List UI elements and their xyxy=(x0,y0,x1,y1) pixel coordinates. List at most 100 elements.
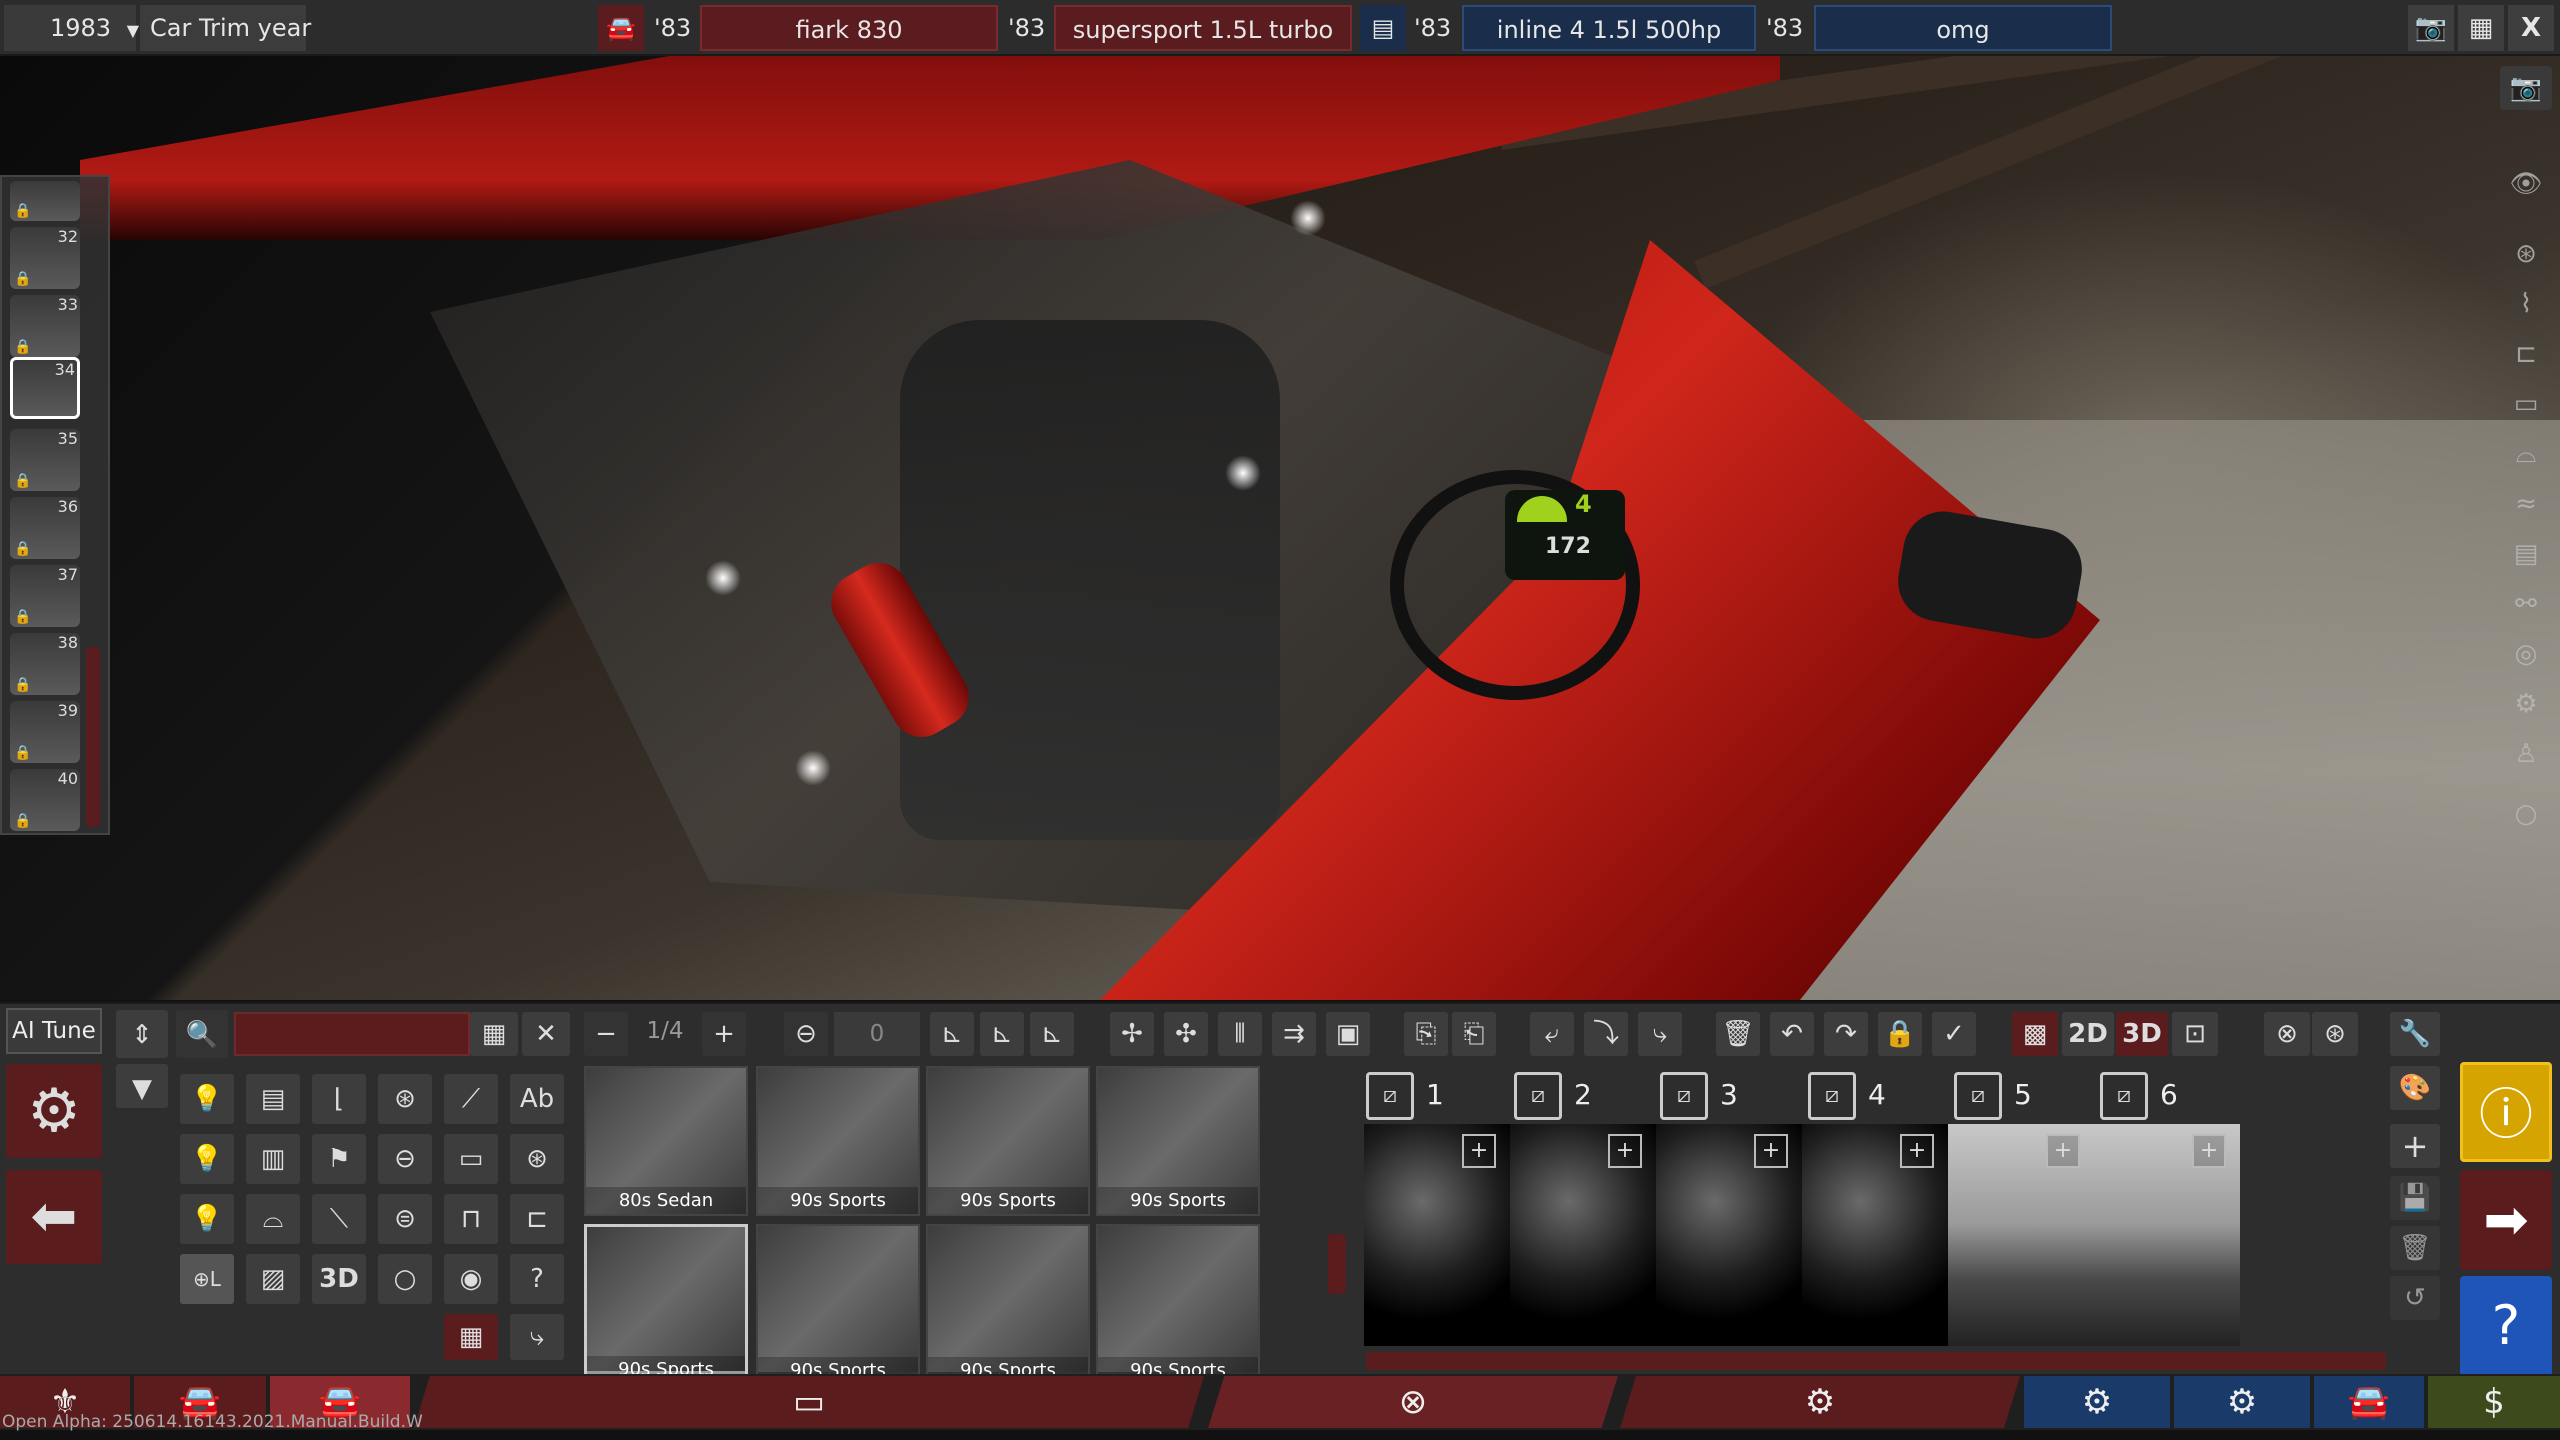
thumbnail-item[interactable]: 36 🔒 xyxy=(10,497,80,559)
material-preview[interactable]: + xyxy=(1510,1124,1656,1346)
clear-search-button[interactable]: ✕ xyxy=(522,1012,570,1056)
fixture-tile-selected[interactable]: 90s Sports xyxy=(584,1224,748,1383)
material-preview[interactable]: + xyxy=(2094,1124,2240,1346)
zoom-out-button[interactable]: − xyxy=(584,1012,628,1056)
thumbnail-scrollbar[interactable] xyxy=(86,647,100,827)
mirror-icon[interactable]: ⊜ xyxy=(378,1194,432,1244)
light-fixture-icon[interactable]: 💡 xyxy=(180,1134,234,1184)
driver-icon[interactable]: ♙ xyxy=(2500,732,2552,776)
fixture-tile[interactable]: 90s Sports xyxy=(926,1066,1090,1216)
paste-transform-icon[interactable]: ▣ xyxy=(1326,1012,1370,1056)
material-preview[interactable]: + xyxy=(1656,1124,1802,1346)
hose-icon[interactable]: ⤷ xyxy=(510,1314,564,1360)
local-space-button[interactable]: ⊕L xyxy=(180,1254,234,1304)
fixture-thumbnail-strip[interactable]: 🔒 32 🔒 33 🔒 34 35 🔒 36 🔒 37 🔒 38 🔒 39 🔒 40 🔒 xyxy=(0,175,110,835)
add-material-icon[interactable]: + xyxy=(1900,1134,1934,1168)
light-fixture-icon[interactable]: 💡 xyxy=(180,1074,234,1124)
confirm-check-icon[interactable]: ✓ xyxy=(1932,1012,1976,1056)
view-2d-button[interactable]: 2D xyxy=(2062,1012,2114,1056)
triangle-down-icon[interactable]: ▼ xyxy=(116,1064,168,1108)
tab-engine[interactable]: ⚙ xyxy=(1620,1376,2020,1428)
next-arrow-button[interactable]: ➡ xyxy=(2460,1170,2552,1270)
trash-icon[interactable]: 🗑 xyxy=(1716,1012,1760,1056)
add-material-icon[interactable]: + xyxy=(1462,1134,1496,1168)
screenshot-camera-icon[interactable]: 📷 xyxy=(2500,66,2552,110)
tab-engine-tune[interactable]: ⚙ xyxy=(2174,1376,2310,1428)
move-icon[interactable]: ✢ xyxy=(1110,1012,1154,1056)
material-preview[interactable]: + xyxy=(1948,1124,2094,1346)
circle-icon[interactable]: ○ xyxy=(2500,792,2552,836)
wheel-icon[interactable]: ⊛ xyxy=(2500,232,2552,276)
thumbnail-item[interactable]: 🔒 xyxy=(10,181,80,221)
search-icon[interactable]: 🔍 xyxy=(176,1010,228,1058)
target-icon[interactable]: ◉ xyxy=(444,1254,498,1304)
close-button[interactable]: X xyxy=(2508,5,2554,51)
calculator-icon[interactable]: ▦ xyxy=(444,1314,498,1360)
circle-icon[interactable]: ○ xyxy=(378,1254,432,1304)
texture-icon[interactable]: ▨ xyxy=(246,1254,300,1304)
mirror-x-icon[interactable]: ⊾ xyxy=(930,1012,974,1056)
no-wheel-icon[interactable]: ⊗ xyxy=(2264,1012,2310,1056)
revert-icon[interactable]: ↺ xyxy=(2390,1276,2440,1320)
flag-icon[interactable]: ⚑ xyxy=(312,1134,366,1184)
add-material-icon[interactable]: + xyxy=(1754,1134,1788,1168)
offset-value[interactable]: 0 xyxy=(834,1012,920,1056)
panel-icon[interactable]: ▥ xyxy=(246,1134,300,1184)
pedal-icon[interactable]: ⟍ xyxy=(312,1194,366,1244)
seat-icon[interactable]: ⚯ xyxy=(2500,582,2552,626)
drivetrain-icon[interactable]: ⊏ xyxy=(2500,332,2552,376)
engine-block-icon[interactable]: ▤ xyxy=(2500,532,2552,576)
fixture-tile[interactable]: 80s Sedan xyxy=(584,1066,748,1216)
lock-icon[interactable]: 🔒 xyxy=(1878,1012,1922,1056)
reset-offset-icon[interactable]: ⊖ xyxy=(784,1012,828,1056)
eye-icon[interactable]: 👁 xyxy=(2500,162,2552,206)
back-arrow-button[interactable]: ⬅ xyxy=(6,1170,102,1264)
fixture-tile[interactable]: 90s Sports xyxy=(756,1066,920,1216)
snap-center-icon[interactable]: ⤵ xyxy=(1584,1012,1628,1056)
lever-icon[interactable]: ⊓ xyxy=(444,1194,498,1244)
tab-engine-designer[interactable]: ⚙ xyxy=(2024,1376,2170,1428)
thumbnail-item[interactable]: 39 🔒 xyxy=(10,701,80,763)
thumbnail-item[interactable]: 38 🔒 xyxy=(10,633,80,695)
aero-icon[interactable]: ≈ xyxy=(2500,482,2552,526)
redo-icon[interactable]: ↷ xyxy=(1824,1012,1868,1056)
tab-body[interactable]: ⊗ xyxy=(1208,1376,1618,1428)
year-select[interactable]: 1983 ▼ xyxy=(4,5,139,51)
thumbnail-item[interactable]: 37 🔒 xyxy=(10,565,80,627)
delete-icon[interactable]: 🗑 xyxy=(2390,1226,2440,1270)
material-scrollbar[interactable] xyxy=(1366,1352,2386,1370)
material-preview[interactable]: + xyxy=(1802,1124,1948,1346)
paint-icon[interactable]: 🎨 xyxy=(2390,1066,2440,1110)
add-material-icon[interactable]: + xyxy=(2046,1134,2080,1168)
dimension-toggle-icon[interactable]: ▩ xyxy=(2012,1012,2058,1056)
save-icon[interactable]: 💾 xyxy=(2390,1176,2440,1220)
thumbnail-item[interactable]: 32 🔒 xyxy=(10,227,80,289)
garage-3d-viewport[interactable]: 4 172 xyxy=(0,0,2560,1000)
brake-icon[interactable]: ◎ xyxy=(2500,632,2552,676)
thumbnail-item[interactable]: 33 🔒 xyxy=(10,295,80,357)
settings-gear-icon[interactable]: ⚙ xyxy=(6,1064,102,1158)
tile-scrollbar[interactable] xyxy=(1328,1234,1346,1294)
body-icon[interactable]: ⌓ xyxy=(2500,432,2552,476)
paste-icon[interactable]: ⎗ xyxy=(1452,1012,1496,1056)
help-button[interactable]: ? xyxy=(2460,1276,2552,1376)
badge-icon[interactable]: ⊛ xyxy=(378,1074,432,1124)
handle-icon[interactable]: ⊖ xyxy=(378,1134,432,1184)
grid-view-icon[interactable]: ▦ xyxy=(470,1012,518,1056)
grille-icon[interactable]: ▤ xyxy=(246,1074,300,1124)
view-3d-button[interactable]: 3D xyxy=(2116,1012,2168,1056)
help-circle-button[interactable]: ? xyxy=(510,1254,564,1304)
move-vertical-icon[interactable]: ⇕ xyxy=(116,1010,168,1058)
variant-name-field[interactable]: omg xyxy=(1814,5,2112,51)
fixture-tile[interactable]: 90s Sports xyxy=(1096,1224,1260,1384)
zoom-in-button[interactable]: + xyxy=(702,1012,746,1056)
seat-icon[interactable]: ⌓ xyxy=(246,1194,300,1244)
tab-chassis[interactable]: ▭ xyxy=(414,1376,1204,1428)
engine-icon[interactable]: ▤ xyxy=(1360,5,1406,51)
symmetry-icon[interactable]: ⫴ xyxy=(1218,1012,1262,1056)
wheel-icon[interactable]: ⊛ xyxy=(2312,1012,2358,1056)
vent-icon[interactable]: ⌊ xyxy=(312,1074,366,1124)
fixture-tile[interactable]: 90s Sports xyxy=(756,1224,920,1384)
wheel-icon[interactable]: ⊛ xyxy=(510,1134,564,1184)
calculator-icon[interactable]: ▦ xyxy=(2458,5,2504,51)
